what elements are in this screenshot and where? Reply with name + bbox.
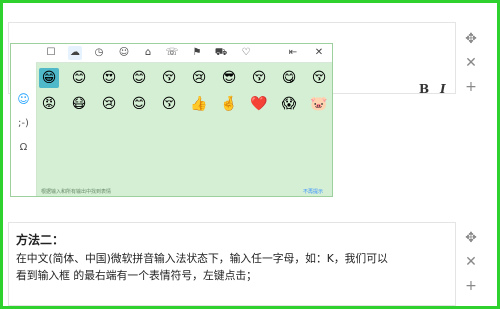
emoji-sidebar: ☺ ;-) Ω	[11, 44, 37, 196]
emoji-cell[interactable]: 😢	[189, 68, 209, 88]
section-title: 方法二：	[16, 233, 65, 247]
bold-button[interactable]: B	[419, 82, 429, 96]
emoji-cell[interactable]: 😍	[99, 68, 119, 88]
move-icon[interactable]: ✥	[462, 226, 480, 250]
emoji-cell[interactable]: 😎	[219, 68, 239, 88]
emoji-cell[interactable]: 😱	[279, 94, 299, 114]
tab-phone[interactable]: ☏	[165, 46, 179, 60]
backspace-icon[interactable]: ⇤	[286, 46, 300, 60]
emoji-sidebar-emoticon[interactable]: ;-)	[11, 118, 36, 129]
emoji-cell[interactable]: 🐷	[309, 94, 329, 114]
italic-button[interactable]: I	[440, 82, 446, 96]
emoji-cell[interactable]: 👍	[189, 94, 209, 114]
emoji-cell[interactable]: 😚	[249, 68, 269, 88]
tab-time[interactable]: ◷	[92, 46, 106, 60]
emoji-sidebar-smiley[interactable]: ☺	[11, 92, 36, 106]
close-icon[interactable]: ✕	[462, 51, 480, 75]
tab-vehicle[interactable]: ⛟	[214, 46, 228, 60]
emoji-sidebar-symbol[interactable]: Ω	[11, 142, 36, 153]
body-line-2: 看到输入框 的最右端有一个表情符号，左键点击；	[16, 269, 257, 282]
close-panel-icon[interactable]: ✕	[312, 46, 326, 60]
tab-weather[interactable]: ☁	[68, 46, 82, 60]
tab-recent[interactable]: ☐	[44, 46, 58, 60]
tab-building[interactable]: ⌂	[141, 46, 155, 60]
tab-heart[interactable]: ♡	[239, 46, 253, 60]
emoji-cell[interactable]: 😢	[99, 94, 119, 114]
emoji-cell[interactable]: 😊	[69, 68, 89, 88]
emoji-unused-link[interactable]: 不再提示	[303, 188, 323, 195]
emoji-cell[interactable]: 😷	[69, 94, 89, 114]
emoji-cell[interactable]: 😋	[279, 68, 299, 88]
emoji-cell[interactable]: 😁	[39, 68, 59, 88]
emoji-hint-text: 根据输入和所有输出中找到表情	[41, 189, 112, 195]
emoji-cell[interactable]: ❤️	[249, 94, 269, 114]
emoji-cell[interactable]: 😚	[159, 68, 179, 88]
emoji-tab-bar: ☐ ☁ ◷ ☺ ⌂ ☏ ⚑ ⛟ ♡ ⇤ ✕	[36, 44, 332, 63]
close-icon[interactable]: ✕	[462, 250, 480, 274]
emoji-cell[interactable]: 😡	[39, 94, 59, 114]
add-icon[interactable]: +	[462, 274, 480, 298]
emoji-cell[interactable]: 😊	[129, 94, 149, 114]
tab-flag[interactable]: ⚑	[190, 46, 204, 60]
right-toolbar-top: ✥ ✕ +	[462, 27, 480, 99]
emoji-cell[interactable]: 🤞	[219, 94, 239, 114]
emoji-panel: ☺ ;-) Ω ☐ ☁ ◷ ☺ ⌂ ☏ ⚑ ⛟ ♡ ⇤ ✕ 😁 😊 😍 😊 😚 …	[10, 43, 333, 197]
body-text: 在中文(简体、中国)微软拼音输入法状态下，输入任一字母，如：K，我们可以 看到输…	[16, 250, 446, 284]
move-icon[interactable]: ✥	[462, 27, 480, 51]
emoji-cell[interactable]: 😚	[159, 94, 179, 114]
right-toolbar-bottom: ✥ ✕ +	[462, 226, 480, 298]
body-line-1: 在中文(简体、中国)微软拼音输入法状态下，输入任一字母，如：K，我们可以	[16, 252, 388, 265]
tab-smiley[interactable]: ☺	[117, 46, 131, 60]
emoji-cell[interactable]: 😊	[129, 68, 149, 88]
add-icon[interactable]: +	[462, 75, 480, 99]
emoji-cell[interactable]: 😚	[309, 68, 329, 88]
